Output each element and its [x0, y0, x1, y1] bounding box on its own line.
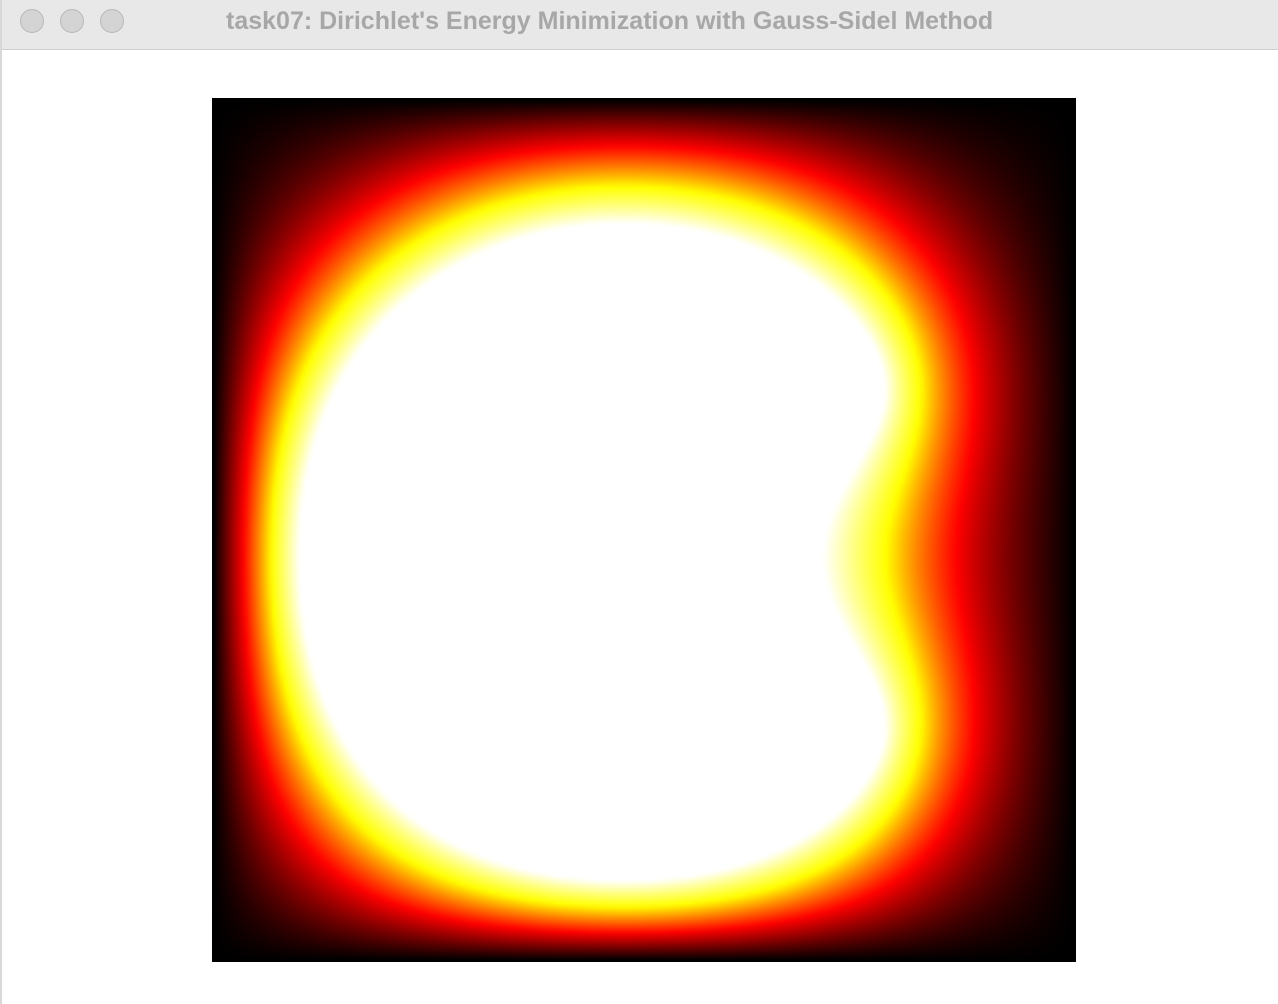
minimize-button[interactable]	[60, 9, 84, 33]
window-title: task07: Dirichlet's Energy Minimization …	[226, 7, 994, 35]
close-button[interactable]	[20, 9, 44, 33]
heatmap-canvas[interactable]	[212, 98, 1076, 962]
heatmap-view[interactable]	[212, 98, 1076, 962]
app-window: task07: Dirichlet's Energy Minimization …	[0, 0, 1278, 1004]
zoom-button[interactable]	[100, 9, 124, 33]
title-bar[interactable]: task07: Dirichlet's Energy Minimization …	[2, 0, 1278, 50]
